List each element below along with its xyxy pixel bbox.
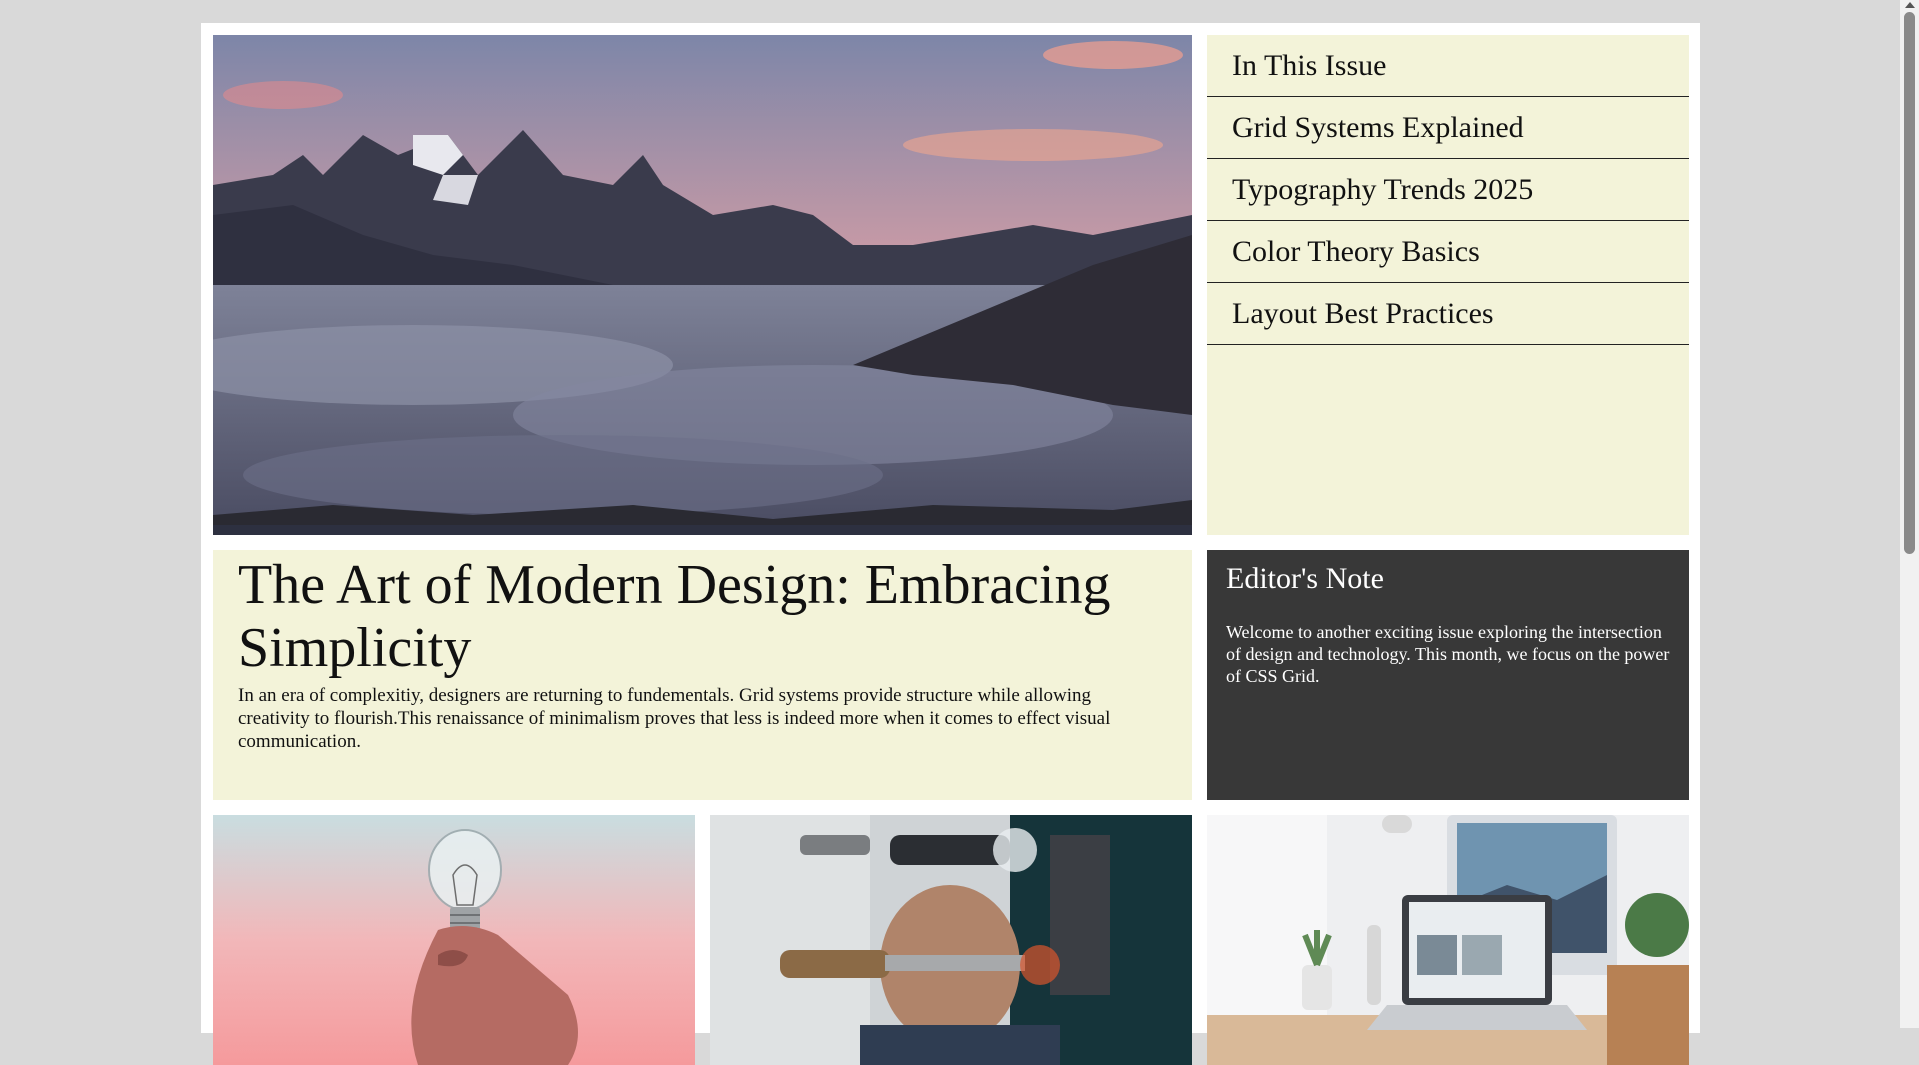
scrollbar-thumb[interactable] (1904, 12, 1915, 554)
issue-link-layout[interactable]: Layout Best Practices (1207, 283, 1689, 345)
magazine-page: In This Issue Grid Systems Explained Typ… (201, 23, 1700, 1065)
feature-title: The Art of Modern Design: Embracing Simp… (238, 554, 1111, 679)
issue-link-color-theory[interactable]: Color Theory Basics (1207, 221, 1689, 283)
mountain-landscape-image (213, 35, 1192, 525)
issue-title: In This Issue (1207, 35, 1689, 97)
issue-link-typography[interactable]: Typography Trends 2025 (1207, 159, 1689, 221)
editor-note-title: Editor's Note (1226, 562, 1384, 595)
issue-link-grid-systems[interactable]: Grid Systems Explained (1207, 97, 1689, 159)
editor-note-body: Welcome to another exciting issue explor… (1226, 622, 1670, 686)
feature-body: In an era of complexitiy, designers are … (238, 685, 1111, 752)
page-scrollbar[interactable] (1900, 0, 1919, 1028)
issue-sidebar: In This Issue Grid Systems Explained Typ… (1207, 35, 1689, 535)
feature-article: The Art of Modern Design: Embracing Simp… (213, 550, 1192, 800)
magazine-grid: In This Issue Grid Systems Explained Typ… (213, 35, 1689, 1065)
editor-note: Editor's Note Welcome to another excitin… (1207, 550, 1689, 800)
scroll-up-icon[interactable] (1905, 2, 1915, 8)
hero-image (213, 35, 1192, 535)
